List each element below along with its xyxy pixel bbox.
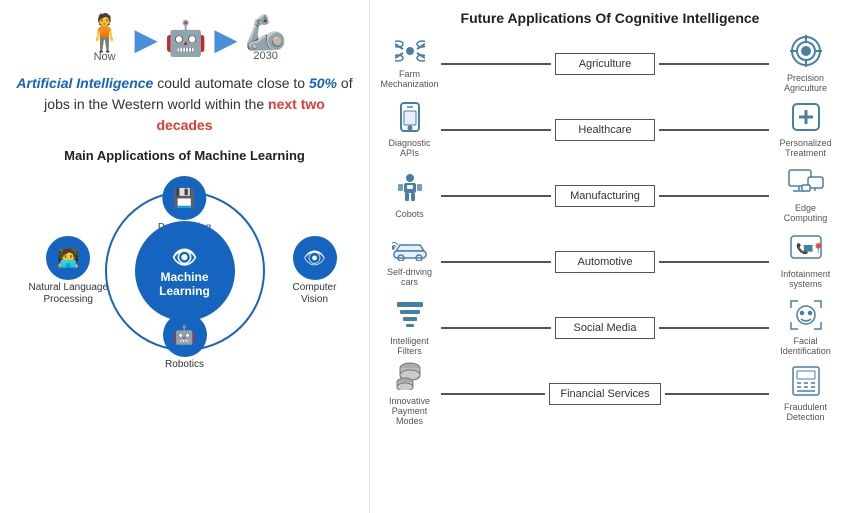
- app-row-healthcare: Diagnostic APIs Healthcare Personalized …: [382, 100, 838, 160]
- filter-icon: [395, 300, 425, 334]
- ml-center-node: 👁 MachineLearning: [135, 221, 235, 321]
- nlp-icon: 🧑‍💻: [46, 236, 90, 280]
- precision-label: Precision Agriculture: [773, 73, 838, 93]
- robot-adv-icon: 🦾: [244, 16, 286, 50]
- evo-now: 🧍 Now: [82, 15, 127, 63]
- selfdriving-label: Self-driving cars: [382, 267, 437, 287]
- evo-2030: 🦾 2030: [244, 16, 286, 62]
- headline-50: 50%: [309, 75, 337, 91]
- app-center-automotive: Automotive: [555, 251, 655, 273]
- app-center-manufacturing: Manufacturing: [555, 185, 655, 207]
- right-panel: Future Applications Of Cognitive Intelli…: [370, 0, 850, 513]
- app-row-automotive: Self-driving cars Automotive 📞 ✉ 📍 Infot…: [382, 232, 838, 292]
- app-center-healthcare: Healthcare: [555, 119, 655, 141]
- data-mining-icon: 💾: [162, 176, 206, 220]
- face-icon: [790, 300, 822, 334]
- car-icon: [392, 237, 428, 265]
- app-center-agriculture: Agriculture: [555, 53, 655, 75]
- eye-center-icon: 👁: [172, 245, 197, 270]
- target-icon: [790, 35, 822, 71]
- line-right-5: [665, 393, 769, 395]
- app-row-manufacturing: Cobots Manufacturing Edge Computing: [382, 166, 838, 226]
- line-left-1: [441, 129, 551, 131]
- payment-label: Innovative Payment Modes: [382, 396, 437, 426]
- nlp-label: Natural LanguageProcessing: [29, 282, 109, 306]
- line-right-3: [659, 261, 769, 263]
- ml-title: Main Applications of Machine Learning: [15, 148, 354, 163]
- filters-label: Intelligent Filters: [382, 336, 437, 356]
- app-right-precision: Precision Agriculture: [773, 35, 838, 93]
- evo-now-label: Now: [94, 51, 116, 63]
- infotainment-icon: 📞 ✉ 📍: [790, 235, 822, 267]
- cobots-label: Cobots: [395, 209, 424, 219]
- app-right-facial: Facial Identification: [773, 300, 838, 356]
- evolution-row: 🧍 Now ▶ 🤖 ▶ 🦾 2030: [15, 15, 354, 63]
- ml-center-label: MachineLearning: [159, 270, 210, 298]
- app-left-cobots: Cobots: [382, 173, 437, 219]
- line-right-2: [659, 195, 769, 197]
- line-right-4: [659, 327, 769, 329]
- app-right-edge: Edge Computing: [773, 169, 838, 223]
- app-left-farm: Farm Mechanization: [382, 39, 437, 89]
- computer-vision-label: ComputerVision: [293, 282, 337, 306]
- right-title: Future Applications Of Cognitive Intelli…: [382, 10, 838, 26]
- app-center-financial: Financial Services: [549, 383, 660, 405]
- phone-icon: [399, 102, 421, 136]
- fraud-label: Fraudulent Detection: [773, 402, 838, 422]
- app-row-agriculture: Farm Mechanization Agriculture: [382, 34, 838, 94]
- app-right-personalized: Personalized Treatment: [773, 102, 838, 158]
- line-left-2: [441, 195, 551, 197]
- infotainment-label: Infotainment systems: [773, 269, 838, 289]
- headline: Artificial Intelligence could automate c…: [15, 73, 354, 136]
- personalized-label: Personalized Treatment: [773, 138, 838, 158]
- diagnostic-label: Diagnostic APIs: [382, 138, 437, 158]
- computer-vision-icon: 👁: [293, 236, 337, 280]
- cobot-icon: [396, 173, 424, 207]
- app-row-social: Intelligent Filters Social Media: [382, 298, 838, 358]
- app-row-financial: Innovative Payment Modes Financial Servi…: [382, 364, 838, 424]
- ml-section: Main Applications of Machine Learning 👁 …: [15, 148, 354, 503]
- sat-nlp: 🧑‍💻 Natural LanguageProcessing: [29, 236, 109, 306]
- left-panel: 🧍 Now ▶ 🤖 ▶ 🦾 2030 Artificial Intelligen…: [0, 0, 370, 513]
- arrow-1: ▶: [135, 23, 157, 56]
- human-icon: 🧍: [82, 15, 127, 51]
- coins-icon: [395, 362, 425, 394]
- evo-2030-label: 2030: [253, 50, 277, 62]
- line-left-5: [441, 393, 545, 395]
- headline-text1: could automate close to: [157, 75, 309, 91]
- line-left-4: [441, 327, 551, 329]
- facial-label: Facial Identification: [773, 336, 838, 356]
- line-left-0: [441, 63, 551, 65]
- robotics-label: Robotics: [165, 359, 204, 371]
- ml-diagram: 👁 MachineLearning 💾 Data Mining 👁 Comput…: [25, 171, 345, 371]
- drone-icon: [395, 39, 425, 67]
- edge-computing-label: Edge Computing: [773, 203, 838, 223]
- line-left-3: [441, 261, 551, 263]
- sat-robotics: 🤖 Robotics: [163, 313, 207, 371]
- farm-label: Farm Mechanization: [380, 69, 438, 89]
- robot-mid-icon: 🤖: [165, 22, 207, 56]
- register-icon: [790, 366, 822, 400]
- medical-plus-icon: [791, 102, 821, 136]
- app-left-filters: Intelligent Filters: [382, 300, 437, 356]
- sat-computer-vision: 👁 ComputerVision: [293, 236, 337, 306]
- app-rows: Farm Mechanization Agriculture: [382, 34, 838, 503]
- svg-text:📍: 📍: [812, 242, 822, 255]
- app-right-infotainment: 📞 ✉ 📍 Infotainment systems: [773, 235, 838, 289]
- line-right-0: [659, 63, 769, 65]
- headline-ai: Artificial Intelligence: [16, 75, 153, 91]
- app-left-diagnostic: Diagnostic APIs: [382, 102, 437, 158]
- app-left-payment: Innovative Payment Modes: [382, 362, 437, 426]
- line-right-1: [659, 129, 769, 131]
- evo-mid: 🤖: [165, 22, 207, 56]
- app-center-social: Social Media: [555, 317, 655, 339]
- app-left-selfdriving: Self-driving cars: [382, 237, 437, 287]
- edge-computing-icon: [788, 169, 824, 201]
- arrow-2: ▶: [215, 23, 237, 56]
- app-right-fraud: Fraudulent Detection: [773, 366, 838, 422]
